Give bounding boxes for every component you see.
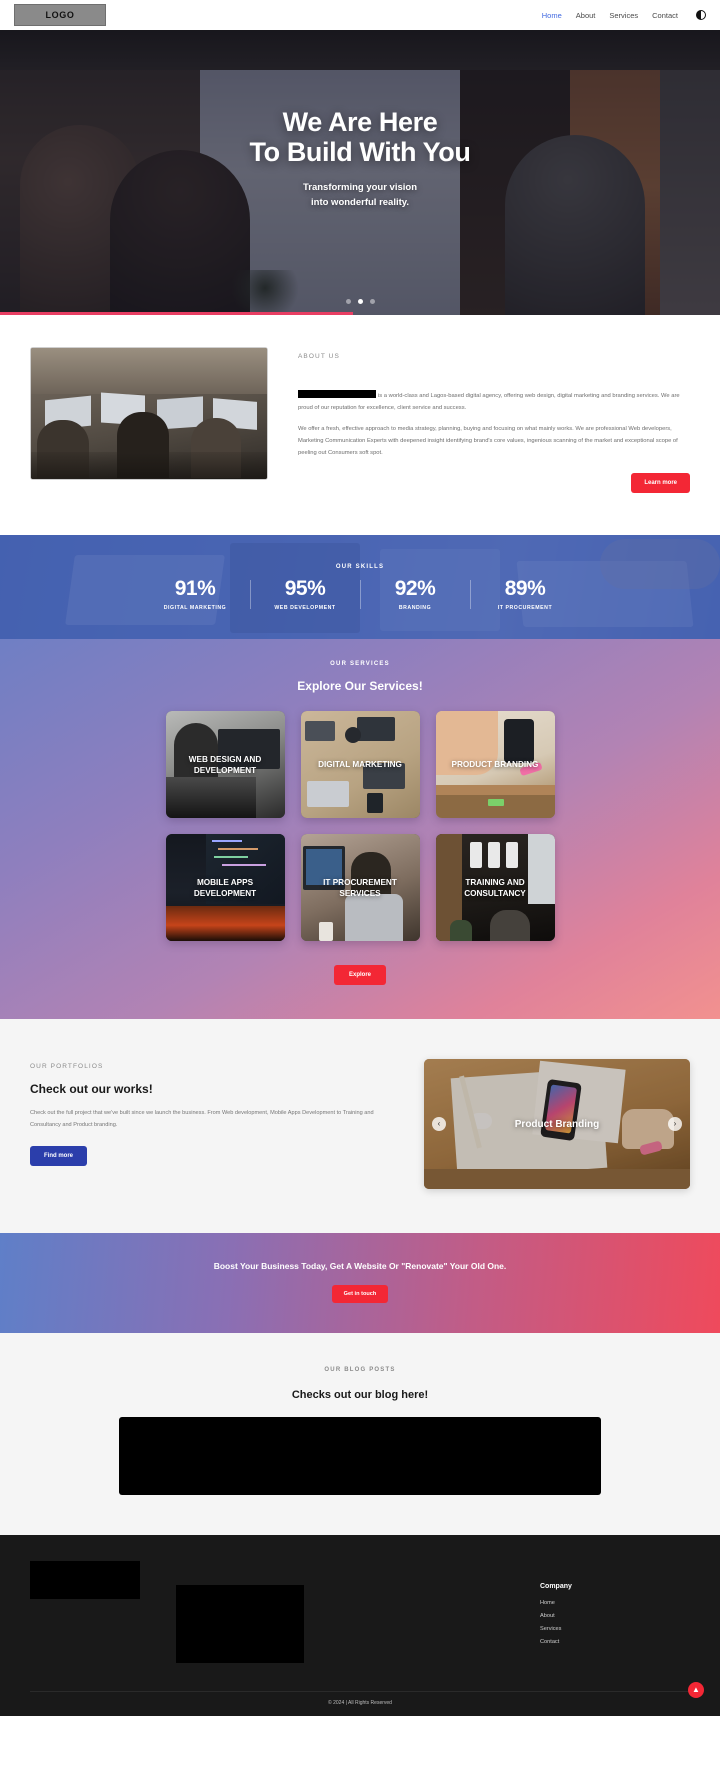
portfolio-prev-icon[interactable]: ‹	[432, 1117, 446, 1132]
scroll-to-top-button[interactable]: ▲	[688, 1682, 704, 1699]
service-card-label: WEB DESIGN AND DEVELOPMENT	[188, 754, 262, 775]
about-paragraph-2: We offer a fresh, effective approach to …	[298, 425, 678, 456]
service-card-it-procurement[interactable]: IT PROCUREMENT SERVICES	[300, 834, 420, 942]
hero-subtitle-line-2: into wonderful reality.	[311, 196, 409, 208]
hero-title-line-2: To Build With You	[249, 137, 471, 168]
portfolio-section: OUR PORTFOLIOS Check out our works! Chec…	[0, 1019, 720, 1234]
learn-more-button[interactable]: Learn more	[631, 473, 690, 494]
find-more-button[interactable]: Find more	[30, 1145, 88, 1166]
nav-item-contact[interactable]: Contact	[652, 11, 678, 20]
blog-section: OUR BLOG POSTS Checks out our blog here!	[0, 1333, 720, 1536]
services-title: Explore Our Services!	[297, 679, 423, 694]
cta-banner: Boost Your Business Today, Get A Website…	[0, 1233, 720, 1334]
footer-heading: Company	[540, 1583, 572, 1591]
skill-label: DIGITAL MARKETING	[163, 604, 227, 611]
portfolio-title: Check out our works!	[30, 1082, 153, 1097]
skill-value: 89%	[504, 576, 546, 600]
footer-media-placeholder	[176, 1585, 304, 1664]
service-card-label: PRODUCT BRANDING	[451, 760, 539, 770]
footer-logo-placeholder	[30, 1561, 140, 1600]
site-footer: Company Home About Services Contact © 20…	[0, 1535, 720, 1717]
nav-item-about[interactable]: About	[576, 11, 596, 20]
portfolio-eyebrow: OUR PORTFOLIOS	[30, 1063, 104, 1071]
service-card-mobile-apps[interactable]: MOBILE APPS DEVELOPMENT	[165, 834, 285, 942]
service-card-digital-marketing[interactable]: DIGITAL MARKETING	[300, 711, 420, 819]
about-paragraph-1: is a world-class and Lagos-based digital…	[298, 390, 690, 415]
portfolio-slide-caption: Product Branding	[514, 1118, 600, 1130]
nav-item-home[interactable]: Home	[542, 11, 562, 20]
skill-item-it-procurement: 89% IT PROCUREMENT	[470, 578, 580, 611]
service-card-label: MOBILE APPS DEVELOPMENT	[193, 877, 257, 898]
service-card-training[interactable]: TRAINING AND CONSULTANCY	[435, 834, 555, 942]
carousel-dot-3[interactable]	[369, 299, 375, 304]
skill-value: 92%	[394, 576, 436, 600]
redacted-company-name	[298, 390, 376, 398]
carousel-indicators	[0, 299, 720, 304]
footer-link-about[interactable]: About	[540, 1613, 690, 1619]
blog-posts-placeholder	[119, 1417, 601, 1496]
carousel-dot-1[interactable]	[345, 299, 351, 304]
services-eyebrow: OUR SERVICES	[330, 661, 390, 668]
portfolio-description: Check out the full project that we've bu…	[30, 1110, 374, 1129]
service-card-label: IT PROCUREMENT SERVICES	[323, 877, 397, 898]
services-grid: WEB DESIGN AND DEVELOPMENT DIGITAL MARKE…	[146, 711, 574, 942]
hero-title: We Are Here To Build With You	[250, 107, 471, 167]
skill-label: WEB DEVELOPMENT	[274, 604, 336, 611]
carousel-progress-bar	[0, 312, 353, 315]
skills-section: OUR SKILLS 91% DIGITAL MARKETING 95% WEB…	[0, 535, 720, 640]
top-navbar: LOGO Home About Services Contact	[0, 0, 720, 30]
skill-item-digital-marketing: 91% DIGITAL MARKETING	[140, 578, 250, 611]
about-image	[30, 347, 268, 480]
blog-eyebrow: OUR BLOG POSTS	[324, 1367, 396, 1374]
landing-page: LOGO Home About Services Contact We Are …	[0, 0, 720, 1717]
hero-subtitle-line-1: Transforming your vision	[302, 182, 418, 194]
carousel-dot-2[interactable]	[357, 299, 363, 304]
service-card-label: DIGITAL MARKETING	[318, 760, 402, 770]
about-eyebrow: ABOUT US	[298, 353, 340, 360]
service-card-web-design[interactable]: WEB DESIGN AND DEVELOPMENT	[165, 711, 285, 819]
cta-text: Boost Your Business Today, Get A Website…	[213, 1261, 507, 1272]
logo-text: LOGO	[45, 10, 75, 20]
skills-row: 91% DIGITAL MARKETING 95% WEB DEVELOPMEN…	[0, 578, 720, 611]
footer-link-home[interactable]: Home	[540, 1600, 690, 1606]
skill-value: 91%	[174, 576, 216, 600]
get-in-touch-button[interactable]: Get in touch	[331, 1285, 389, 1304]
service-card-product-branding[interactable]: PRODUCT BRANDING	[435, 711, 555, 819]
nav-links: Home About Services Contact	[542, 10, 706, 20]
footer-copyright: © 2024 | All Rights Reserved	[30, 1691, 690, 1716]
skill-item-web-development: 95% WEB DEVELOPMENT	[250, 578, 360, 611]
footer-link-services[interactable]: Services	[540, 1626, 690, 1632]
skill-label: IT PROCUREMENT	[497, 604, 553, 611]
service-card-label: TRAINING AND CONSULTANCY	[464, 877, 526, 898]
services-section: OUR SERVICES Explore Our Services! WEB D…	[0, 639, 720, 1020]
skill-item-branding: 92% BRANDING	[360, 578, 470, 611]
skills-eyebrow: OUR SKILLS	[335, 563, 385, 570]
theme-toggle-icon[interactable]	[696, 10, 706, 20]
skill-label: BRANDING	[398, 604, 432, 611]
nav-item-services[interactable]: Services	[609, 11, 638, 20]
portfolio-carousel[interactable]: ‹ › Product Branding	[424, 1059, 690, 1190]
explore-button[interactable]: Explore	[333, 965, 386, 986]
footer-link-column: Company Home About Services Contact	[540, 1557, 690, 1652]
hero-title-line-1: We Are Here	[282, 107, 438, 138]
portfolio-next-icon[interactable]: ›	[668, 1117, 682, 1132]
site-logo[interactable]: LOGO	[14, 4, 106, 26]
blog-title: Checks out our blog here!	[291, 1389, 429, 1402]
about-section: ABOUT US is a world-class and Lagos-base…	[0, 315, 720, 536]
skill-value: 95%	[284, 576, 326, 600]
footer-link-contact[interactable]: Contact	[540, 1639, 690, 1645]
hero-subtitle: Transforming your vision into wonderful …	[303, 181, 417, 210]
hero-carousel: We Are Here To Build With You Transformi…	[0, 30, 720, 315]
